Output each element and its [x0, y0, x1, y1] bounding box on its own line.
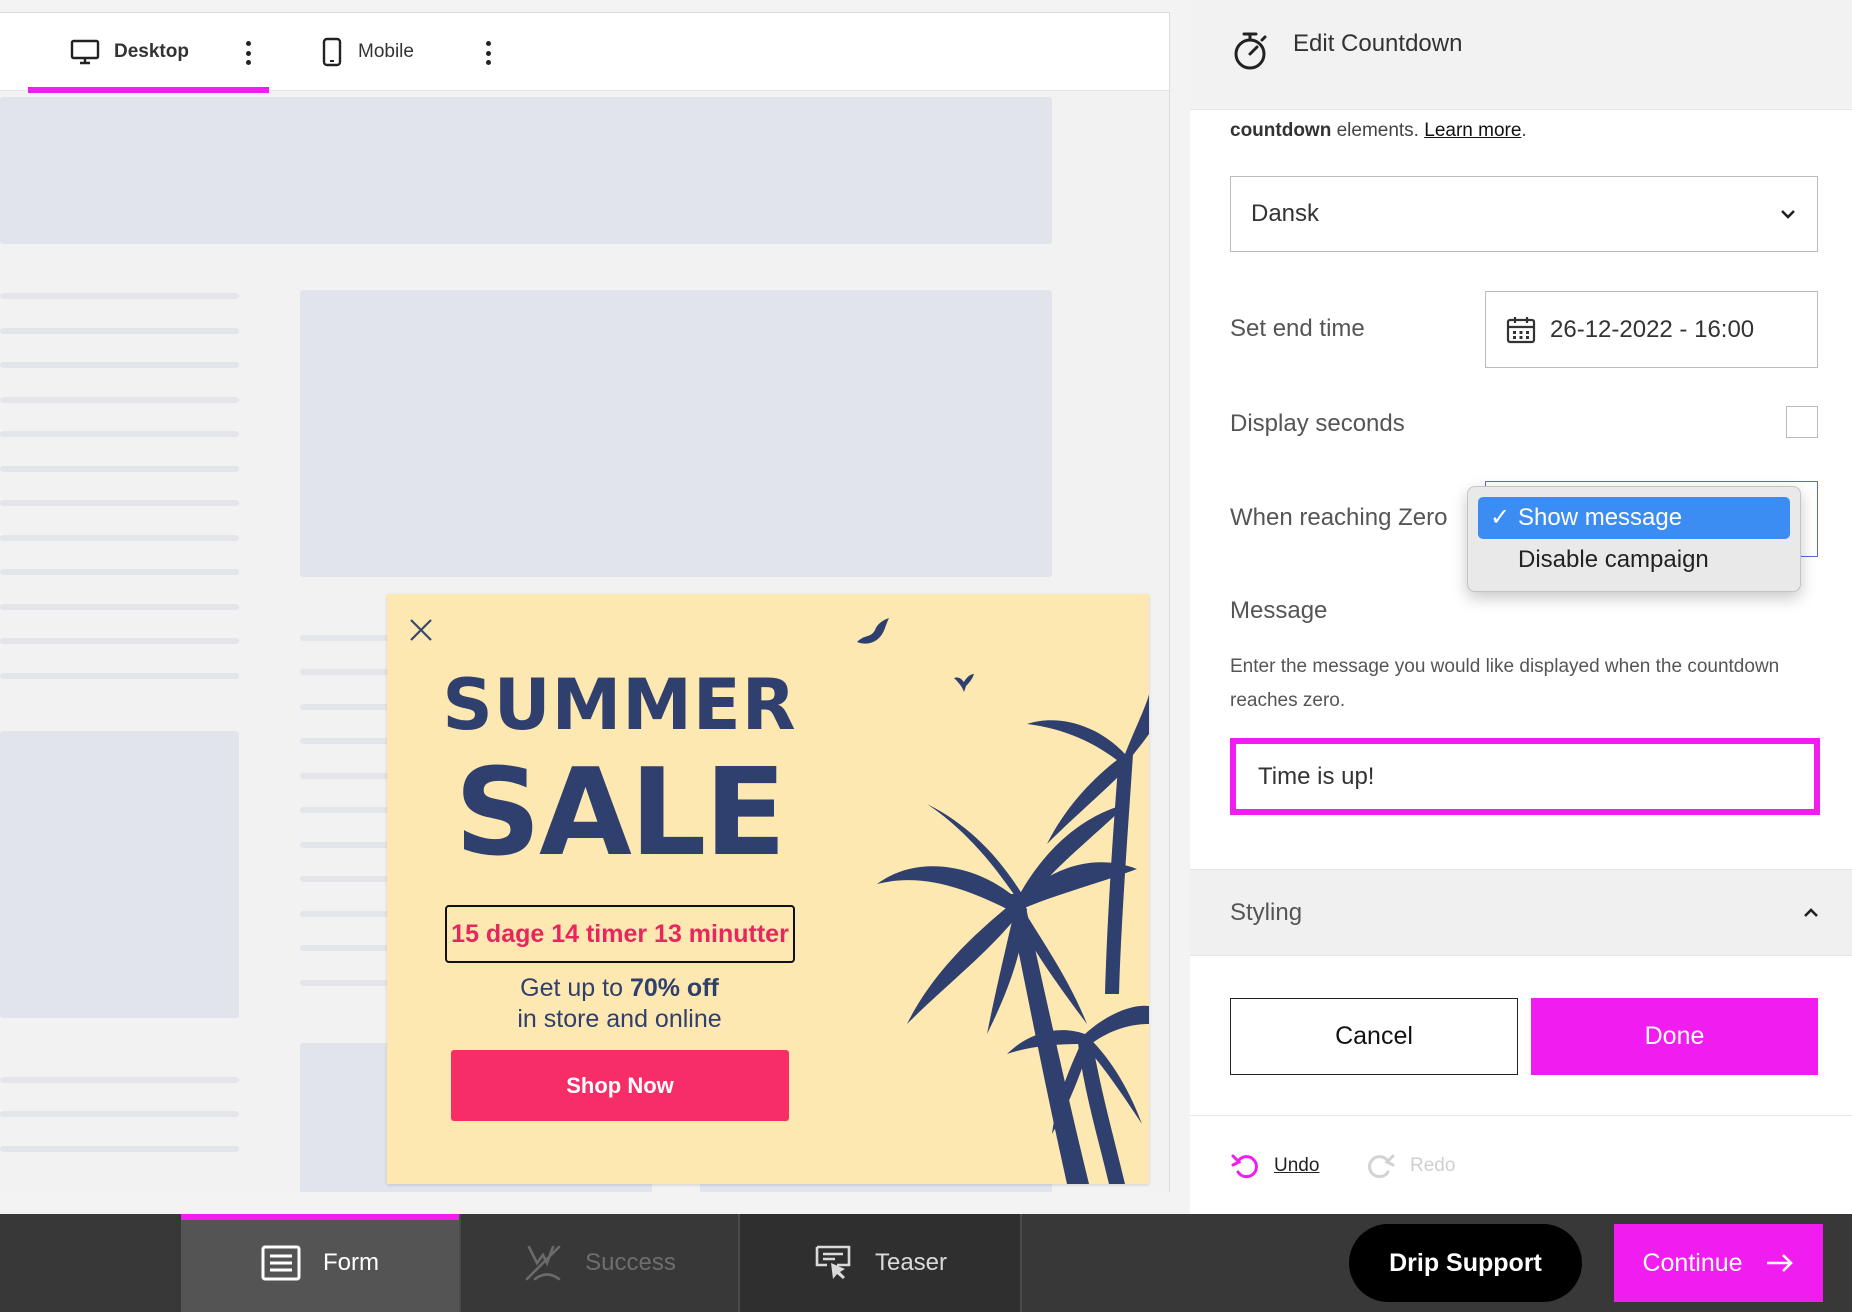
redo-button[interactable]: Redo — [1366, 1152, 1455, 1180]
chevron-up-icon — [1804, 908, 1818, 917]
cancel-button[interactable]: Cancel — [1230, 998, 1518, 1075]
headline-sale: SALE — [454, 744, 787, 883]
styling-label: Styling — [1230, 899, 1303, 926]
language-value: Dansk — [1251, 200, 1320, 227]
panel-title: Edit Countdown — [1293, 30, 1463, 57]
styling-section-toggle[interactable]: Styling — [1190, 869, 1852, 956]
headline-summer: SUMMER — [442, 664, 797, 746]
learn-more-link[interactable]: Learn more — [1424, 120, 1521, 141]
redo-icon — [1368, 1154, 1395, 1179]
display-seconds-label: Display seconds — [1230, 410, 1405, 437]
offer-line-2: in store and online — [517, 1005, 722, 1033]
undo-button[interactable]: Undo — [1230, 1152, 1319, 1180]
step-success-label: Success — [585, 1249, 676, 1276]
form-icon — [261, 1245, 301, 1281]
preview-canvas: Desktop Mobile SUMMER SALE 15 dage 14 ti… — [0, 12, 1170, 1192]
placeholder-image — [300, 290, 1052, 577]
zero-action-dropdown: ✓ Show message Disable campaign — [1467, 486, 1801, 592]
palm-tree-icon — [877, 694, 1149, 1184]
tab-mobile[interactable]: Mobile — [320, 13, 414, 91]
checkmark-icon: ✓ — [1490, 504, 1511, 531]
continue-button[interactable]: Continue — [1614, 1224, 1823, 1302]
message-help-text: Enter the message you would like display… — [1230, 656, 1780, 711]
option-disable-campaign[interactable]: Disable campaign — [1478, 539, 1790, 581]
bird-icon — [857, 618, 889, 644]
chevron-down-icon — [1781, 210, 1795, 219]
mobile-icon — [322, 37, 342, 67]
step-teaser[interactable]: Teaser — [740, 1214, 1020, 1312]
done-button[interactable]: Done — [1531, 998, 1818, 1075]
option-show-message[interactable]: ✓ Show message — [1478, 497, 1790, 539]
countdown-timer[interactable]: 15 dage 14 timer 13 minutter — [445, 905, 795, 963]
end-time-label: Set end time — [1230, 315, 1365, 342]
redo-label: Redo — [1410, 1155, 1456, 1176]
divider — [1190, 1115, 1852, 1116]
edit-countdown-panel: Edit Countdown countdown elements. Learn… — [1190, 0, 1852, 1214]
success-icon — [525, 1245, 561, 1281]
drip-support-button[interactable]: Drip Support — [1349, 1224, 1582, 1302]
undo-label: Undo — [1274, 1155, 1320, 1176]
arrow-right-icon — [1766, 1254, 1793, 1272]
calendar-icon — [1506, 316, 1536, 343]
display-seconds-checkbox[interactable] — [1786, 406, 1818, 438]
undo-icon — [1231, 1154, 1258, 1179]
tab-desktop-label: Desktop — [114, 41, 189, 62]
end-time-value: 26-12-2022 - 16:00 — [1550, 315, 1755, 343]
placeholder-sidebar-block — [0, 731, 239, 1018]
continue-label: Continue — [1642, 1248, 1743, 1277]
step-form[interactable]: Form — [181, 1214, 459, 1312]
message-input[interactable]: Time is up! — [1230, 738, 1820, 815]
desktop-icon — [70, 39, 100, 65]
bird-icon — [954, 674, 974, 692]
tab-mobile-label: Mobile — [358, 41, 414, 62]
shop-now-button[interactable]: Shop Now — [451, 1050, 789, 1121]
language-select[interactable]: Dansk — [1230, 176, 1818, 252]
desktop-options-kebab-icon[interactable] — [238, 35, 258, 71]
tab-desktop[interactable]: Desktop — [28, 13, 269, 93]
language-help-text: countdown elements. Learn more. — [1230, 120, 1527, 141]
step-teaser-label: Teaser — [874, 1249, 948, 1276]
bottom-step-bar: Form Success Teaser Drip Support Continu… — [0, 1214, 1852, 1312]
device-switcher: Desktop Mobile — [0, 13, 1169, 93]
step-form-label: Form — [323, 1249, 379, 1276]
message-label: Message — [1230, 597, 1328, 624]
stopwatch-icon — [1234, 32, 1267, 70]
step-success[interactable]: Success — [461, 1214, 738, 1312]
close-icon[interactable] — [407, 616, 435, 644]
panel-header: Edit Countdown — [1190, 0, 1852, 110]
mobile-options-kebab-icon[interactable] — [478, 35, 498, 71]
popup-preview[interactable]: SUMMER SALE 15 dage 14 timer 13 minutter… — [387, 594, 1149, 1184]
zero-action-label: When reaching Zero — [1230, 504, 1448, 531]
offer-line-1: Get up to 70% off — [520, 974, 719, 1002]
teaser-icon — [815, 1245, 851, 1279]
end-time-picker[interactable]: 26-12-2022 - 16:00 — [1485, 291, 1818, 368]
placeholder-banner — [0, 97, 1052, 244]
